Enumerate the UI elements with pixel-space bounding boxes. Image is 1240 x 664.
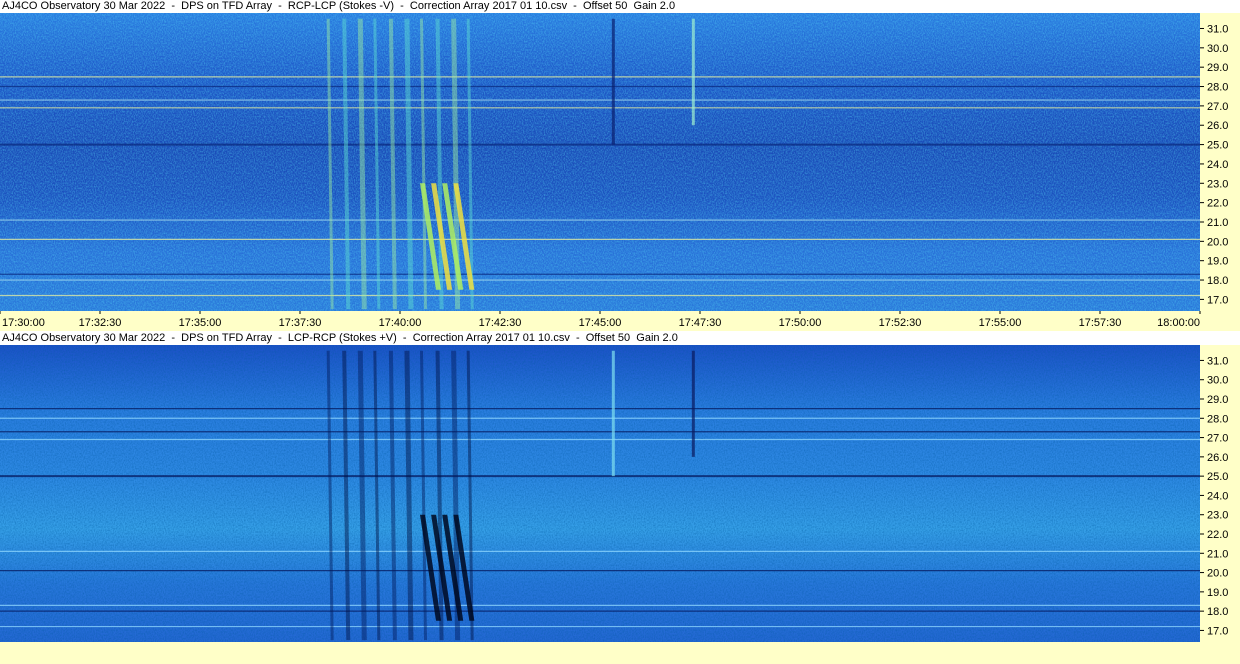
bottom-frequency-axis: 31.0 30.0 29.0 28.0 27.0 26.0 25.0 24.0 23.0 22.0… xyxy=(1200,345,1240,642)
y-tick-label: 25.0 xyxy=(1207,140,1228,152)
y-tick-label: 22.0 xyxy=(1207,198,1228,210)
y-tick-label: 17.0 xyxy=(1207,294,1228,306)
x-tick-label: 17:55:00 xyxy=(979,317,1022,329)
y-tick-label: 24.0 xyxy=(1207,159,1228,171)
x-tick-label: 17:32:30 xyxy=(79,317,122,329)
y-tick-label: 28.0 xyxy=(1207,82,1228,94)
y-tick-label: 30.0 xyxy=(1207,43,1228,55)
top-spectrogram-title: AJ4CO Observatory 30 Mar 2022 - DPS on T… xyxy=(2,0,676,12)
y-tick-label: 18.0 xyxy=(1207,275,1228,287)
top-time-axis-svg: 17:30:00 17:32:30 17:35:00 17:37:30 17:40:00… xyxy=(0,311,1201,329)
x-tick-label: 17:35:00 xyxy=(179,317,222,329)
x-tick-label: 17:37:30 xyxy=(279,317,322,329)
y-tick-label: 19.0 xyxy=(1207,587,1228,599)
top-frequency-axis: 31.0 30.0 29.0 28.0 27.0 26.0 25.0 24.0 23.0 22.0… xyxy=(1200,13,1240,311)
x-tick-label: 17:42:30 xyxy=(479,317,522,329)
top-time-axis: 17:30:00 17:32:30 17:35:00 17:37:30 17:40:00… xyxy=(0,311,1240,331)
y-tick-label: 23.0 xyxy=(1207,178,1228,190)
x-tick-label: 17:57:30 xyxy=(1079,317,1122,329)
top-frequency-axis-svg: 31.0 30.0 29.0 28.0 27.0 26.0 25.0 24.0 23.0 22.0… xyxy=(1200,23,1228,306)
bottom-spectrogram-canvas xyxy=(0,345,1200,642)
y-tick-label: 22.0 xyxy=(1207,529,1228,541)
y-tick-label: 26.0 xyxy=(1207,120,1228,132)
y-tick-label: 20.0 xyxy=(1207,568,1228,580)
y-tick-label: 29.0 xyxy=(1207,394,1228,406)
top-spectrogram-plot xyxy=(0,13,1200,311)
x-tick-label: 17:45:00 xyxy=(579,317,622,329)
x-tick-label: 17:30:00 xyxy=(2,317,45,329)
y-tick-label: 18.0 xyxy=(1207,606,1228,618)
y-tick-label: 21.0 xyxy=(1207,548,1228,560)
y-tick-label: 23.0 xyxy=(1207,510,1228,522)
spectrogram-noise xyxy=(0,345,1200,642)
x-tick-label: 17:52:30 xyxy=(879,317,922,329)
y-tick-label: 29.0 xyxy=(1207,62,1228,74)
x-tick-label: 18:00:00 xyxy=(1157,317,1200,329)
y-tick-label: 20.0 xyxy=(1207,236,1228,248)
bottom-frequency-axis-svg: 31.0 30.0 29.0 28.0 27.0 26.0 25.0 24.0 23.0 22.0… xyxy=(1200,355,1228,637)
bottom-spectrogram-plot xyxy=(0,345,1200,642)
y-tick-label: 27.0 xyxy=(1207,101,1228,113)
y-tick-label: 26.0 xyxy=(1207,452,1228,464)
y-tick-label: 28.0 xyxy=(1207,413,1228,425)
top-spectrogram-canvas xyxy=(0,13,1200,311)
y-tick-label: 30.0 xyxy=(1207,375,1228,387)
y-tick-label: 17.0 xyxy=(1207,625,1228,637)
x-tick-label: 17:50:00 xyxy=(779,317,822,329)
y-tick-label: 19.0 xyxy=(1207,256,1228,268)
spectrogram-noise xyxy=(0,13,1200,311)
y-tick-label: 21.0 xyxy=(1207,217,1228,229)
x-tick-label: 17:47:30 xyxy=(679,317,722,329)
x-tick-label: 17:40:00 xyxy=(379,317,422,329)
bottom-spectrogram-title: AJ4CO Observatory 30 Mar 2022 - DPS on T… xyxy=(2,332,678,344)
y-tick-label: 24.0 xyxy=(1207,490,1228,502)
y-tick-label: 27.0 xyxy=(1207,433,1228,445)
y-tick-label: 31.0 xyxy=(1207,23,1228,35)
y-tick-label: 25.0 xyxy=(1207,471,1228,483)
y-tick-label: 31.0 xyxy=(1207,355,1228,367)
bottom-time-axis xyxy=(0,642,1240,664)
